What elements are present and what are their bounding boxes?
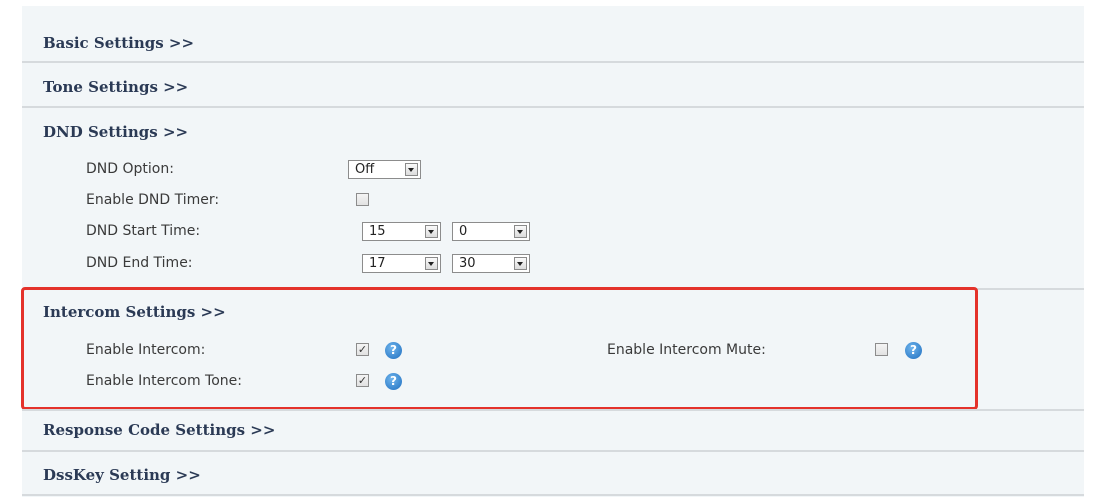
dnd-end-hour-select[interactable]: 17 [362, 254, 441, 273]
dnd-start-min-select[interactable]: 0 [452, 222, 530, 241]
chevron-down-icon [405, 163, 418, 176]
dnd-end-hour-value: 17 [369, 256, 386, 271]
dnd-timer-checkbox[interactable] [356, 193, 369, 206]
dnd-option-value: Off [355, 162, 375, 177]
divider [22, 61, 1084, 63]
dnd-start-time-label: DND Start Time: [86, 223, 201, 239]
chevron-down-icon [425, 225, 438, 238]
dnd-start-min-value: 0 [459, 224, 468, 239]
chevron-down-icon [514, 257, 527, 270]
dnd-settings-header[interactable]: DND Settings >> [43, 123, 188, 141]
divider [22, 494, 1084, 496]
dnd-timer-label: Enable DND Timer: [86, 192, 220, 208]
dnd-option-label: DND Option: [86, 161, 174, 177]
dnd-start-hour-select[interactable]: 15 [362, 222, 441, 241]
dnd-start-hour-value: 15 [369, 224, 386, 239]
dnd-option-select[interactable]: Off [348, 160, 421, 179]
tone-settings-header[interactable]: Tone Settings >> [43, 78, 188, 96]
divider [22, 409, 1084, 411]
dnd-end-time-label: DND End Time: [86, 255, 193, 271]
dnd-end-min-select[interactable]: 30 [452, 254, 530, 273]
dsskey-setting-header[interactable]: DssKey Setting >> [43, 466, 201, 484]
basic-settings-header[interactable]: Basic Settings >> [43, 34, 194, 52]
divider [22, 106, 1084, 108]
highlight-box [21, 287, 978, 410]
dnd-end-min-value: 30 [459, 256, 476, 271]
response-code-settings-header[interactable]: Response Code Settings >> [43, 421, 275, 439]
chevron-down-icon [514, 225, 527, 238]
chevron-down-icon [425, 257, 438, 270]
divider [22, 450, 1084, 452]
